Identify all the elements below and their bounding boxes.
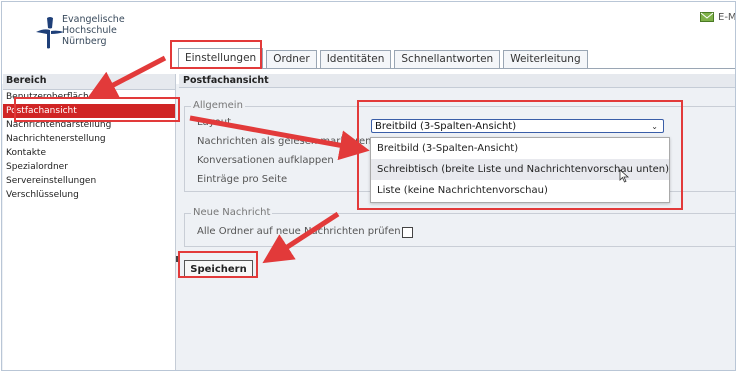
logo-line: Evangelische [62, 14, 125, 25]
annotation-box-tab [170, 40, 262, 69]
email-app-icon [700, 12, 714, 22]
annotation-box-sidebar [14, 97, 180, 122]
logo-line: Nürnberg [62, 36, 107, 47]
new-mail-legend: Neue Nachricht [191, 207, 273, 218]
header: Evangelische Hochschule Nürnberg E-Ma Ei… [2, 2, 735, 84]
check-all-folders-checkbox[interactable] [402, 227, 413, 238]
general-legend: Allgemein [191, 100, 245, 111]
annotation-box-save [178, 251, 258, 278]
sidebar-heading: Bereich [3, 74, 175, 90]
university-logo-icon [36, 17, 64, 49]
sidebar-item-verschluesselung[interactable]: Verschlüsselung [3, 188, 175, 202]
logo-line: Hochschule [62, 25, 117, 36]
tab-ordner[interactable]: Ordner [266, 50, 317, 68]
layout-label: Layout [197, 117, 231, 128]
annotation-box-dropdown [357, 100, 683, 210]
tab-weiterleitung[interactable]: Weiterleitung [503, 50, 588, 68]
sidebar-item-kontakte[interactable]: Kontakte [3, 146, 175, 160]
sidebar-item-nachrichtenerstellung[interactable]: Nachrichtenerstellung [3, 132, 175, 146]
new-mail-fieldset: Neue Nachricht Alle Ordner auf neue Nach… [184, 207, 735, 247]
expand-threads-label: Konversationen aufklappen [197, 155, 334, 166]
check-all-folders-label: Alle Ordner auf neue Nachrichten prüfen [197, 226, 401, 237]
tab-identitaeten[interactable]: Identitäten [319, 50, 392, 68]
email-link-label: E-Ma [718, 11, 736, 23]
panel-heading: Postfachansicht [179, 74, 735, 88]
tab-schnellantworten[interactable]: Schnellantworten [394, 50, 501, 68]
sidebar-item-spezialordner[interactable]: Spezialordner [3, 160, 175, 174]
university-name: Evangelische Hochschule Nürnberg [62, 14, 125, 47]
sidebar-item-servereinstellungen[interactable]: Servereinstellungen [3, 174, 175, 188]
rows-per-page-label: Einträge pro Seite [197, 174, 288, 185]
email-link[interactable]: E-Ma [700, 10, 736, 24]
mark-read-label: Nachrichten als gelesen markieren [197, 136, 372, 147]
